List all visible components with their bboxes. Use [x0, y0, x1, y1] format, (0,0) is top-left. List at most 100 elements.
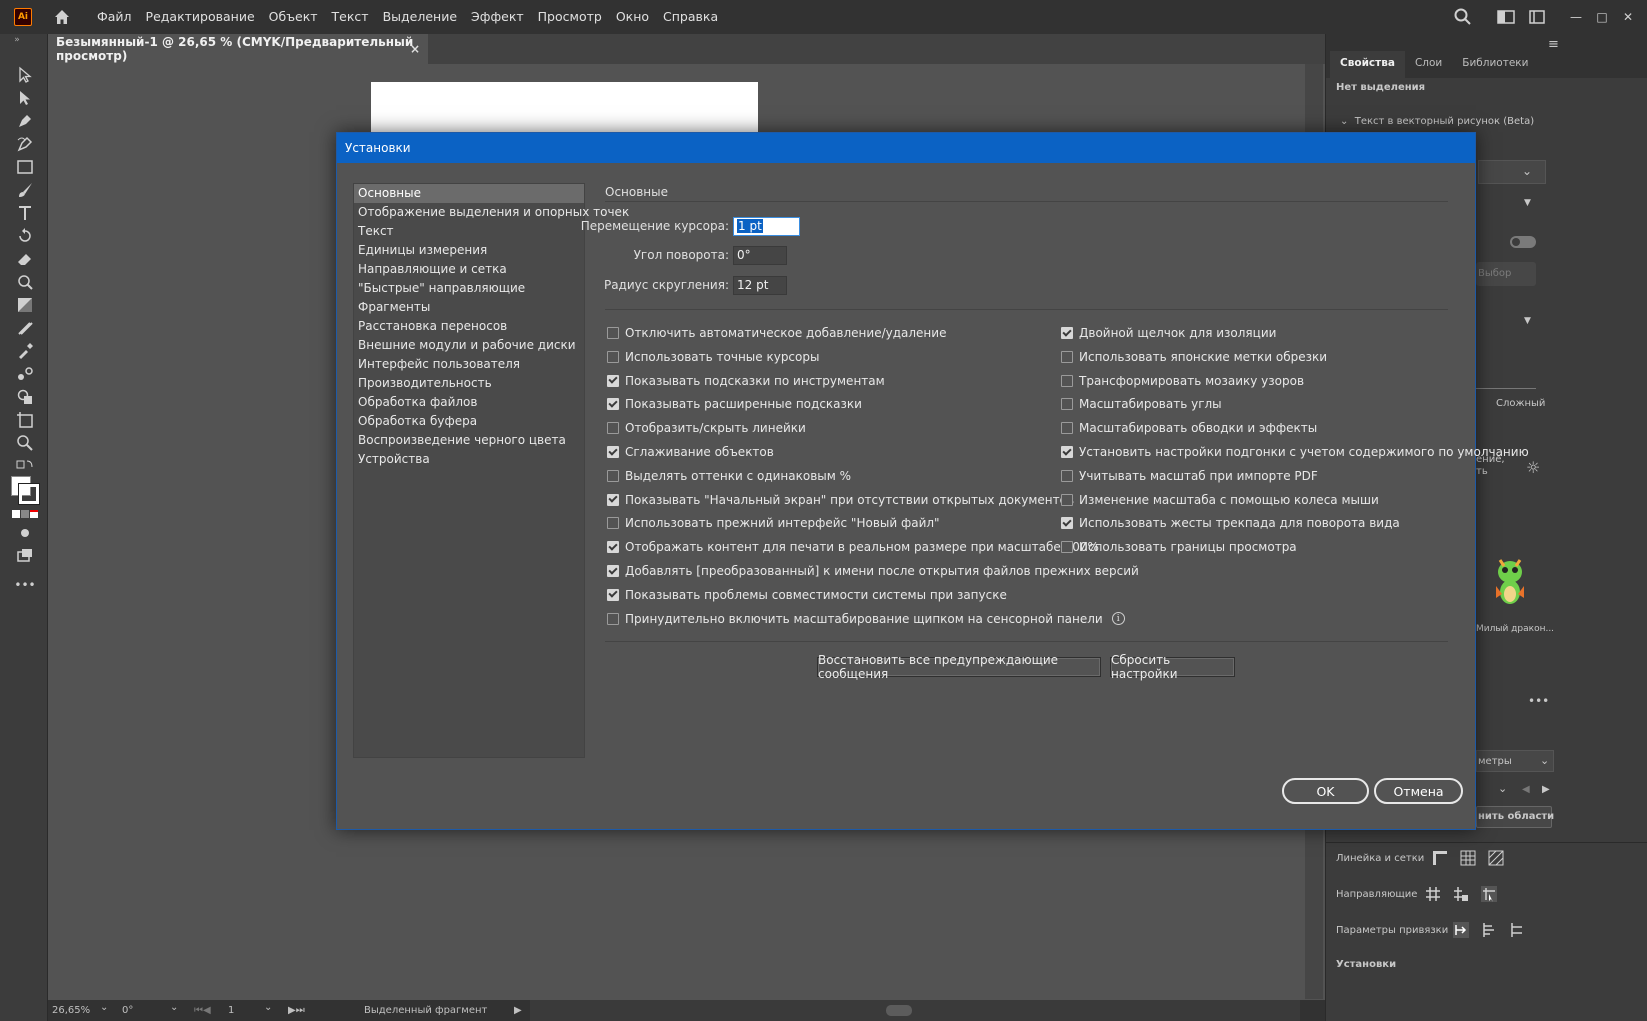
swap-fill-stroke-icon[interactable] — [14, 455, 36, 477]
right-option-5[interactable]: Установить настройки подгонки с учетом с… — [1061, 442, 1529, 462]
left-option-4[interactable]: Отобразить/скрыть линейки — [607, 418, 806, 438]
none-mode-icon[interactable] — [30, 510, 38, 518]
info-icon[interactable]: i — [1111, 612, 1125, 626]
type-tool-icon[interactable] — [14, 202, 36, 224]
keyboard-increment-input[interactable]: 1 pt — [733, 217, 800, 236]
gradient-mode-icon[interactable] — [21, 510, 29, 518]
left-option-9[interactable]: Отображать контент для печати в реальном… — [607, 537, 1099, 557]
stroke-color-swatch[interactable] — [18, 483, 40, 505]
checkbox[interactable] — [607, 469, 619, 482]
gradient-tool-icon[interactable] — [14, 294, 36, 316]
checkbox[interactable] — [607, 493, 619, 506]
menu-view[interactable]: Просмотр — [531, 0, 609, 34]
maximize-button[interactable]: □ — [1589, 6, 1615, 28]
right-option-6[interactable]: Учитывать масштаб при импорте PDF — [1061, 466, 1318, 486]
reset-warnings-button[interactable]: Восстановить все предупреждающие сообщен… — [817, 653, 1101, 681]
checkbox[interactable] — [607, 350, 619, 363]
category-smart-guides[interactable]: "Быстрые" направляющие — [354, 279, 584, 298]
next-artboard-icon[interactable]: ▶ — [1542, 784, 1550, 795]
chevron-down-icon[interactable]: ⌄ — [170, 1002, 178, 1013]
artboard-number[interactable]: 1 — [228, 1000, 234, 1021]
right-option-1[interactable]: Использовать японские метки обрезки — [1061, 347, 1327, 367]
left-option-10[interactable]: Добавлять [преобразованный] к имени посл… — [607, 561, 1139, 581]
checkbox[interactable] — [607, 565, 619, 577]
right-option-8[interactable]: Использовать жесты трекпада для поворота… — [1061, 513, 1400, 533]
checkbox[interactable] — [607, 327, 619, 339]
category-plugins-scratch[interactable]: Внешние модули и рабочие диски — [354, 336, 584, 355]
checkbox[interactable] — [1061, 422, 1073, 435]
right-option-2[interactable]: Трансформировать мозаику узоров — [1061, 371, 1304, 391]
lock-guides-icon[interactable] — [1452, 885, 1470, 903]
chevron-down-icon[interactable]: ⌄ — [100, 1002, 108, 1013]
category-units[interactable]: Единицы измерения — [354, 241, 584, 260]
category-file-handling[interactable]: Обработка файлов — [354, 393, 584, 412]
pen-tool-icon[interactable] — [14, 110, 36, 132]
status-menu-arrow-icon[interactable]: ▶ — [514, 1000, 522, 1021]
checkbox[interactable] — [607, 374, 619, 387]
left-option-1[interactable]: Использовать точные курсоры — [607, 347, 819, 367]
tab-layers[interactable]: Слои — [1405, 51, 1452, 78]
next-artboard-nav-icon[interactable]: ▶⏭ — [288, 1000, 305, 1021]
selection-tool-icon[interactable] — [14, 64, 36, 86]
dragon-thumbnail[interactable] — [1492, 554, 1528, 610]
menu-edit[interactable]: Редактирование — [139, 0, 262, 34]
category-black-appearance[interactable]: Воспроизведение черного цвета — [354, 431, 584, 450]
blend-tool-icon[interactable] — [14, 363, 36, 385]
minimize-button[interactable]: — — [1563, 6, 1589, 28]
eraser-tool-icon[interactable] — [14, 248, 36, 270]
checkbox[interactable] — [1061, 469, 1073, 482]
right-option-4[interactable]: Масштабировать обводки и эффекты — [1061, 418, 1317, 438]
left-option-6[interactable]: Выделять оттенки с одинаковым % — [607, 466, 851, 486]
checkbox[interactable] — [607, 541, 619, 554]
chevron-down-icon[interactable]: ⌄ — [264, 1002, 272, 1013]
rotate-tool-icon[interactable] — [14, 225, 36, 247]
workspace-switcher-icon[interactable] — [1497, 10, 1515, 24]
document-tab[interactable]: Безымянный-1 @ 26,65 % (CMYK/Предварител… — [48, 34, 428, 64]
smart-guides-icon[interactable] — [1480, 885, 1498, 903]
checkbox[interactable] — [607, 422, 619, 435]
more-options-icon[interactable]: ••• — [1528, 694, 1549, 708]
checkbox[interactable] — [1061, 541, 1073, 554]
menu-effect[interactable]: Эффект — [464, 0, 531, 34]
checkbox[interactable] — [1061, 327, 1073, 339]
checkbox[interactable] — [1061, 350, 1073, 363]
color-mode-icon[interactable] — [12, 510, 20, 518]
category-general[interactable]: Основные — [354, 184, 584, 203]
mesh-tool-icon[interactable] — [14, 317, 36, 339]
screen-mode-icon[interactable] — [14, 545, 36, 567]
rotation-field[interactable]: 0° — [122, 1000, 133, 1021]
checkbox[interactable] — [607, 517, 619, 530]
right-option-0[interactable]: Двойной щелчок для изоляции — [1061, 323, 1276, 343]
checkbox[interactable] — [607, 446, 619, 458]
category-selection-anchor[interactable]: Отображение выделения и опорных точек — [354, 203, 629, 222]
menu-object[interactable]: Объект — [262, 0, 325, 34]
left-option-12[interactable]: Принудительно включить масштабирование щ… — [607, 609, 1125, 629]
first-artboard-icon[interactable]: ⏮◀ — [194, 1000, 211, 1021]
category-slices[interactable]: Фрагменты — [354, 298, 584, 317]
snap-to-pixel-icon[interactable] — [1508, 921, 1526, 939]
category-type[interactable]: Текст — [354, 222, 584, 241]
width-tool-icon[interactable] — [14, 271, 36, 293]
scrollbar-thumb[interactable] — [886, 1005, 912, 1016]
zoom-tool-icon[interactable] — [14, 432, 36, 454]
category-devices[interactable]: Устройства — [354, 450, 584, 469]
paintbrush-tool-icon[interactable] — [14, 179, 36, 201]
tab-properties[interactable]: Свойства — [1330, 51, 1405, 78]
category-clipboard[interactable]: Обработка буфера — [354, 412, 584, 431]
left-option-11[interactable]: Показывать проблемы совместимости систем… — [607, 585, 1007, 605]
arrange-documents-icon[interactable] — [1529, 10, 1545, 24]
category-guides-grid[interactable]: Направляющие и сетка — [354, 260, 584, 279]
horizontal-scrollbar[interactable] — [530, 1000, 1300, 1021]
panel-menu-icon[interactable]: ≡ — [1548, 37, 1559, 52]
cancel-button[interactable]: Отмена — [1374, 778, 1463, 804]
checkbox[interactable] — [1061, 517, 1073, 530]
tab-libraries[interactable]: Библиотеки — [1452, 51, 1538, 78]
prev-artboard-icon[interactable]: ◀ — [1522, 784, 1530, 795]
left-option-0[interactable]: Отключить автоматическое добавление/удал… — [607, 323, 946, 343]
shape-builder-tool-icon[interactable] — [14, 386, 36, 408]
rectangle-tool-icon[interactable] — [14, 156, 36, 178]
rulers-icon[interactable] — [1431, 849, 1449, 867]
dropdown-partial[interactable] — [1478, 160, 1546, 184]
curvature-tool-icon[interactable] — [14, 133, 36, 155]
ok-button[interactable]: OK — [1282, 778, 1369, 804]
